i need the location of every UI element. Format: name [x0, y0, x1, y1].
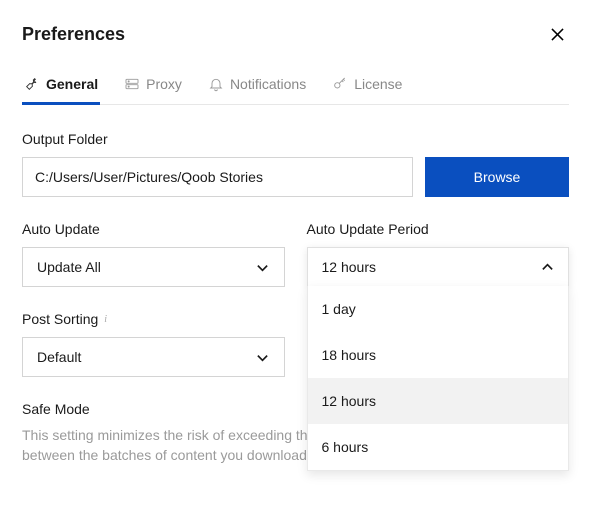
info-icon[interactable]: i	[104, 314, 107, 325]
auto-update-period-value: 12 hours	[322, 259, 376, 275]
post-sorting-label-text: Post Sorting	[22, 311, 98, 327]
post-sorting-value: Default	[37, 349, 81, 365]
tab-proxy-label: Proxy	[146, 76, 182, 92]
auto-update-period-select[interactable]: 12 hours 1 day 18 hours 12 hours 6 hours	[307, 247, 570, 287]
browse-button[interactable]: Browse	[425, 157, 569, 197]
chevron-up-icon	[540, 260, 554, 274]
close-button[interactable]	[545, 22, 569, 46]
auto-update-value: Update All	[37, 259, 101, 275]
option-6-hours[interactable]: 6 hours	[308, 424, 569, 470]
tab-license-label: License	[354, 76, 402, 92]
output-folder-input[interactable]	[22, 157, 413, 197]
auto-update-period-dropdown: 1 day 18 hours 12 hours 6 hours	[307, 286, 570, 471]
tab-general[interactable]: General	[22, 70, 100, 105]
chevron-down-icon	[256, 350, 270, 364]
page-title: Preferences	[22, 24, 125, 45]
close-icon	[551, 28, 564, 41]
option-12-hours[interactable]: 12 hours	[308, 378, 569, 424]
tab-notifications-label: Notifications	[230, 76, 306, 92]
post-sorting-label: Post Sorting i	[22, 311, 285, 327]
option-18-hours[interactable]: 18 hours	[308, 332, 569, 378]
tabs-bar: General Proxy Notifications License	[22, 70, 569, 105]
auto-update-label: Auto Update	[22, 221, 285, 237]
tab-notifications[interactable]: Notifications	[206, 70, 308, 105]
option-1-day[interactable]: 1 day	[308, 286, 569, 332]
tab-license[interactable]: License	[330, 70, 404, 105]
auto-update-period-label: Auto Update Period	[307, 221, 570, 237]
output-folder-label: Output Folder	[22, 131, 569, 147]
auto-update-select[interactable]: Update All	[22, 247, 285, 287]
tab-proxy[interactable]: Proxy	[122, 70, 184, 105]
bell-icon	[208, 76, 224, 92]
key-icon	[332, 76, 348, 92]
wrench-icon	[24, 76, 40, 92]
tab-general-label: General	[46, 76, 98, 92]
server-icon	[124, 76, 140, 92]
chevron-down-icon	[256, 260, 270, 274]
post-sorting-select[interactable]: Default	[22, 337, 285, 377]
